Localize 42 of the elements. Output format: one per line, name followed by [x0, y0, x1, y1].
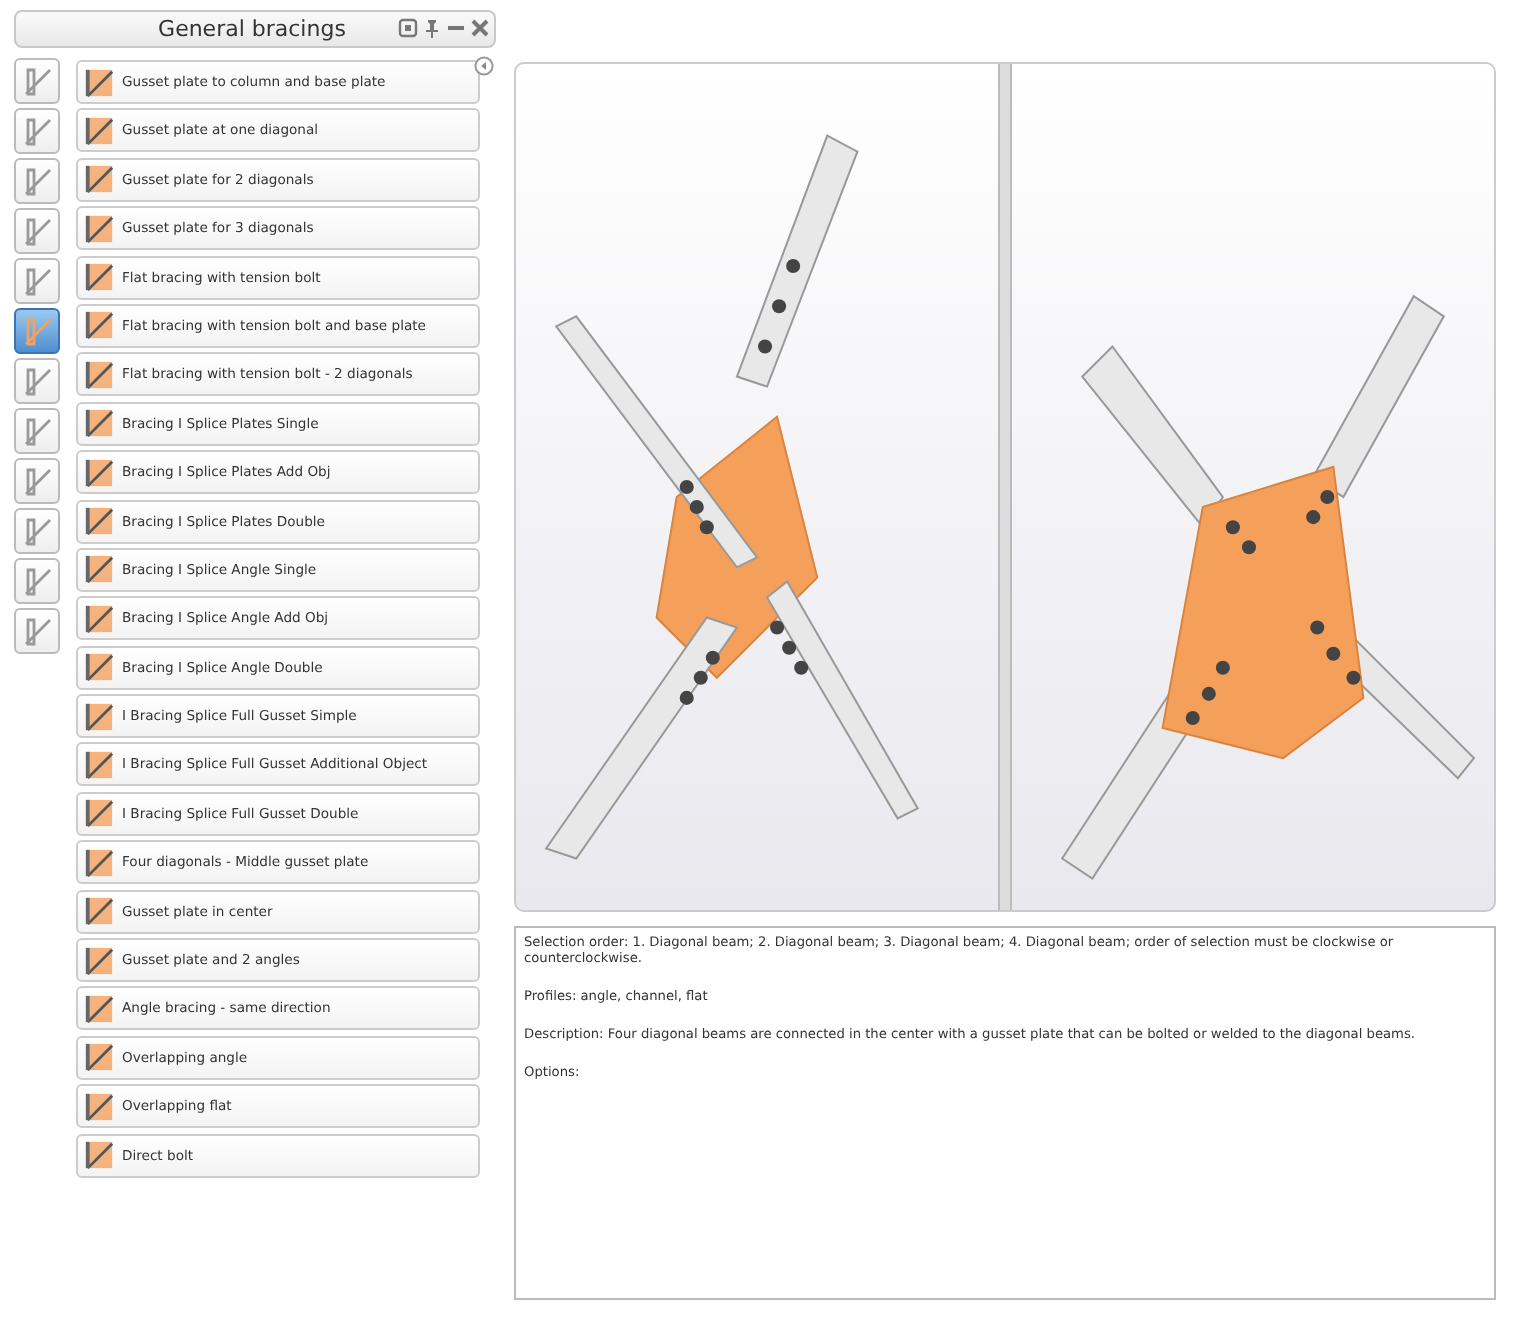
category-button[interactable] — [14, 558, 60, 604]
bracing-icon — [21, 315, 53, 347]
category-button[interactable] — [14, 108, 60, 154]
category-button[interactable] — [14, 358, 60, 404]
bracing-icon — [84, 701, 114, 732]
bracing-icon — [84, 749, 114, 780]
bracing-icon — [84, 408, 114, 439]
bracing-icon — [84, 262, 114, 293]
close-icon[interactable] — [470, 18, 490, 38]
bracing-icon — [84, 652, 114, 683]
bracing-icon — [84, 310, 114, 341]
bracing-icon — [84, 798, 114, 829]
category-button[interactable] — [14, 608, 60, 654]
bracing-icon — [84, 993, 114, 1024]
settings-icon[interactable] — [398, 18, 418, 38]
bracing-icon — [84, 603, 114, 634]
bracing-icon — [84, 1091, 114, 1122]
bracing-icon — [84, 164, 114, 195]
category-button[interactable] — [14, 458, 60, 504]
bracing-icon — [84, 213, 114, 244]
bracing-icon — [84, 115, 114, 146]
category-button[interactable] — [14, 58, 60, 104]
bracing-icon — [84, 1042, 114, 1073]
bracing-icon — [84, 554, 114, 585]
category-button[interactable] — [14, 158, 60, 204]
category-button[interactable] — [14, 408, 60, 454]
collapse-icon[interactable] — [474, 56, 494, 76]
bracing-icon — [84, 457, 114, 488]
category-button[interactable] — [14, 208, 60, 254]
bracing-icon — [84, 847, 114, 878]
bracing-icon — [84, 359, 114, 390]
category-button[interactable] — [14, 308, 60, 354]
pin-icon[interactable] — [422, 18, 442, 38]
category-button[interactable] — [14, 508, 60, 554]
bracing-icon — [84, 896, 114, 927]
bracing-icon — [84, 506, 114, 537]
splitter-handle[interactable] — [998, 64, 1012, 910]
panel-title: General bracings — [156, 16, 348, 42]
category-button[interactable] — [14, 258, 60, 304]
bracing-icon — [84, 67, 114, 97]
bracing-icon — [84, 1140, 114, 1171]
bracing-icon — [84, 945, 114, 976]
